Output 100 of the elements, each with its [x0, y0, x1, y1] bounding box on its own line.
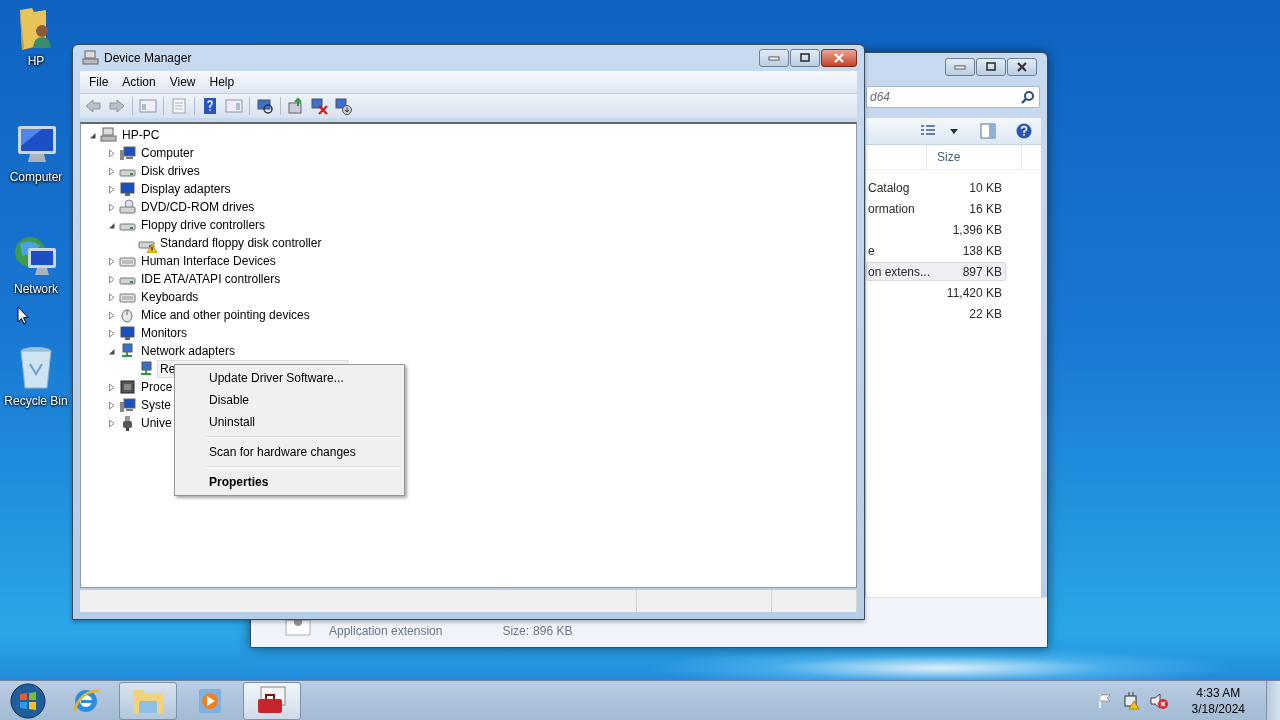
tree-item[interactable]: IDE ATA/ATAPI controllers: [138, 270, 284, 288]
toolbox-icon[interactable]: [255, 686, 289, 716]
close-button[interactable]: [821, 49, 857, 67]
file-row[interactable]: 1,396 KB: [866, 220, 1006, 239]
help-icon[interactable]: [201, 97, 219, 115]
taskbar-button[interactable]: [119, 682, 177, 720]
menu-item[interactable]: View: [162, 75, 203, 89]
tree-item[interactable]: DVD/CD-ROM drives: [138, 198, 258, 216]
search-field[interactable]: d64: [866, 86, 1040, 108]
file-size: 11,420 KB: [946, 285, 1002, 300]
forward-arrow-icon[interactable]: [108, 97, 126, 115]
file-row[interactable]: 11,420 KB: [866, 283, 1006, 302]
expand-arrow-icon[interactable]: [107, 400, 116, 410]
menu-item[interactable]: Update Driver Software...: [177, 367, 402, 389]
minimize-button[interactable]: [759, 49, 789, 67]
taskbar-button[interactable]: [243, 682, 301, 720]
update-driver-icon[interactable]: [287, 97, 305, 115]
collapse-arrow-icon[interactable]: [107, 346, 116, 356]
show-desktop-button[interactable]: [1266, 681, 1280, 720]
menu-item[interactable]: Help: [202, 75, 242, 89]
expand-arrow-icon[interactable]: [107, 274, 116, 284]
file-icon: [285, 620, 311, 636]
expand-arrow-icon[interactable]: [107, 292, 116, 302]
expand-arrow-icon[interactable]: [107, 202, 116, 212]
size-label: Size:: [502, 624, 530, 638]
view-list-icon[interactable]: [920, 124, 936, 138]
clock-time[interactable]: 4:33 AM: [1196, 685, 1241, 701]
tree-item[interactable]: Standard floppy disk controller: [157, 234, 325, 252]
expand-arrow-icon[interactable]: [107, 328, 116, 338]
file-name: ormation: [868, 201, 915, 216]
expand-arrow-icon[interactable]: [107, 184, 116, 194]
search-icon[interactable]: [1021, 90, 1035, 104]
expand-arrow-icon[interactable]: [107, 166, 116, 176]
menu-item[interactable]: Action: [115, 75, 163, 89]
collapse-arrow-icon[interactable]: [107, 220, 116, 230]
collapse-arrow-icon[interactable]: [88, 130, 97, 140]
menu-item[interactable]: Properties: [177, 471, 402, 493]
desktop-icon-label[interactable]: Recycle Bin: [4, 394, 68, 408]
tree-item[interactable]: Unive: [138, 414, 175, 432]
tree-item[interactable]: Floppy drive controllers: [138, 216, 269, 234]
file-size: 1,396 KB: [952, 222, 1002, 237]
flag-icon[interactable]: [1096, 693, 1113, 709]
expand-arrow-icon[interactable]: [107, 418, 116, 428]
size-value: 896 KB: [533, 624, 573, 638]
file-row[interactable]: e 138 KB: [866, 241, 1006, 260]
maximize-button[interactable]: [790, 49, 820, 67]
file-size: 22 KB: [969, 306, 1002, 321]
expand-arrow-icon[interactable]: [107, 310, 116, 320]
tree-item[interactable]: HP-PC: [119, 126, 163, 144]
desktop-icon-label[interactable]: HP: [27, 54, 45, 68]
column-header[interactable]: Size: [927, 145, 1022, 169]
tree-item[interactable]: Keyboards: [138, 288, 202, 306]
desktop-icon-label[interactable]: Network: [14, 282, 58, 296]
menu-item[interactable]: Uninstall: [177, 411, 402, 433]
tree-item[interactable]: Disk drives: [138, 162, 203, 180]
tree-item[interactable]: Proce: [138, 378, 176, 396]
uninstall-icon[interactable]: [311, 97, 329, 115]
network-adapter-icon: [138, 361, 155, 377]
speaker-muted-icon[interactable]: [1148, 692, 1169, 710]
maximize-button[interactable]: [976, 58, 1006, 76]
file-type: Application extension: [329, 624, 443, 638]
tree-item[interactable]: Human Interface Devices: [138, 252, 279, 270]
scan-monitor-icon[interactable]: [256, 97, 274, 115]
tree-item[interactable]: Monitors: [138, 324, 190, 342]
file-row[interactable]: 22 KB: [866, 304, 1006, 323]
expand-arrow-icon[interactable]: [107, 256, 116, 266]
device-manager-icon: [82, 50, 99, 66]
window-title: Device Manager: [104, 51, 193, 65]
menu-item[interactable]: File: [82, 75, 116, 89]
file-row[interactable]: ormation 16 KB: [866, 199, 1006, 218]
expand-arrow-icon[interactable]: [107, 382, 116, 392]
maximize-icon: [985, 62, 997, 72]
chip-icon: [119, 379, 136, 395]
tree-item[interactable]: Mice and other pointing devices: [138, 306, 313, 324]
expand-arrow-icon[interactable]: [107, 148, 116, 158]
file-name: Catalog: [868, 180, 910, 195]
file-size: 897 KB: [962, 264, 1002, 279]
tree-item[interactable]: Computer: [138, 144, 197, 162]
file-row[interactable]: on extens... 897 KB: [866, 262, 1006, 281]
back-arrow-icon[interactable]: [84, 97, 102, 115]
clock-date[interactable]: 3/18/2024: [1191, 701, 1245, 717]
file-row[interactable]: Catalog 10 KB: [866, 178, 1006, 197]
tree-item[interactable]: Display adapters: [138, 180, 234, 198]
help-icon[interactable]: [1016, 123, 1032, 139]
disable-device-icon[interactable]: [335, 97, 353, 115]
desktop-icon-label[interactable]: Computer: [9, 170, 63, 184]
tree-item[interactable]: Network adapters: [138, 342, 239, 360]
dropdown-arrow-icon[interactable]: [950, 128, 958, 134]
monitor-icon: [119, 325, 136, 341]
minimize-icon: [768, 55, 780, 61]
tree-item[interactable]: Syste: [138, 396, 174, 414]
network-warning-icon[interactable]: [1121, 692, 1140, 710]
menu-item[interactable]: Scan for hardware changes: [177, 441, 402, 463]
start-button[interactable]: [10, 683, 46, 719]
close-icon: [833, 53, 845, 63]
minimize-button[interactable]: [945, 58, 975, 76]
menu-item[interactable]: Disable: [177, 389, 402, 411]
preview-pane-icon[interactable]: [980, 123, 996, 139]
mouse-icon: [119, 307, 136, 323]
close-button[interactable]: [1007, 58, 1037, 76]
